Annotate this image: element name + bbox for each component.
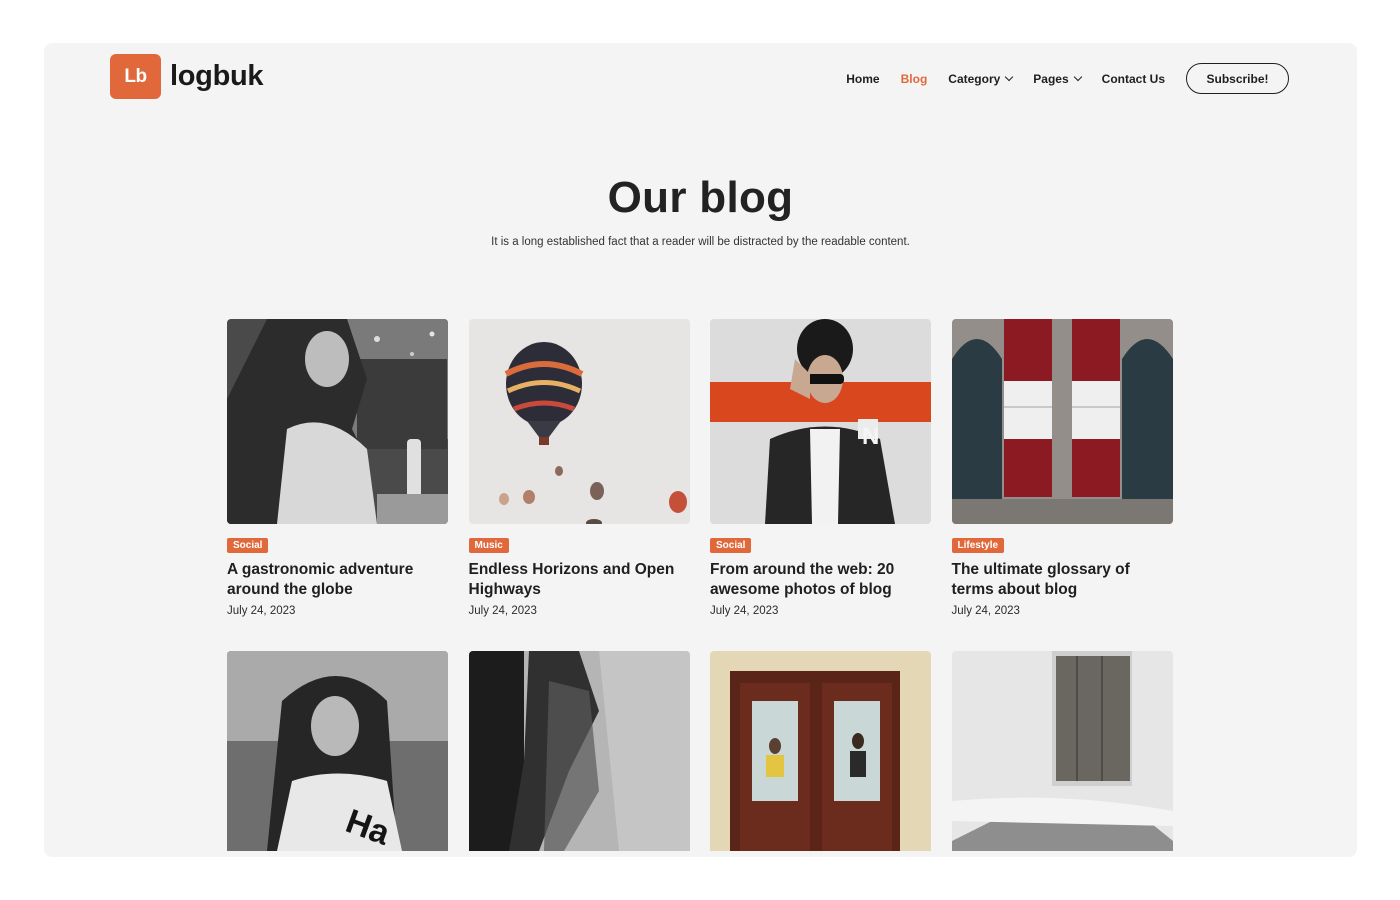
page-frame: Lb logbuk Home Blog Category Pages Conta… (44, 43, 1357, 857)
page-title: Our blog (607, 173, 794, 222)
blog-card (468, 651, 690, 851)
white-wall-door-photo[interactable] (951, 651, 1173, 851)
wooden-doors-couple-photo[interactable] (710, 651, 931, 851)
post-title[interactable]: Endless Horizons and Open Highways (469, 560, 690, 600)
blog-card (951, 651, 1173, 851)
nav-pages-label: Pages (1033, 71, 1069, 86)
post-title[interactable]: From around the web: 20 awesome photos o… (710, 560, 931, 600)
nav-pages[interactable]: Pages (1033, 71, 1082, 86)
nav-home-label: Home (846, 71, 880, 86)
category-tag[interactable]: Social (710, 538, 752, 553)
chevron-down-icon (1073, 72, 1082, 81)
post-title[interactable]: A gastronomic adventure around the globe (227, 560, 448, 600)
svg-text:N: N (862, 423, 879, 450)
blog-card: Ha (227, 651, 448, 851)
nav-home[interactable]: Home (846, 72, 879, 86)
red-shutters-photo[interactable] (951, 319, 1173, 524)
logo-badge: Lb (110, 54, 161, 99)
blog-card: Social A gastronomic adventure around th… (227, 319, 448, 617)
woman-window-photo[interactable] (227, 319, 448, 524)
site-header: Lb logbuk Home Blog Category Pages Conta… (44, 43, 1357, 113)
post-date: July 24, 2023 (951, 605, 1020, 617)
nav-blog[interactable]: Blog (901, 72, 928, 86)
blog-row: Ha (227, 651, 1173, 851)
blog-grid: Social A gastronomic adventure around th… (227, 319, 1173, 851)
logo-text: logbuk (170, 60, 264, 92)
subscribe-button[interactable]: Subscribe! (1186, 63, 1289, 94)
chevron-down-icon (1005, 72, 1014, 81)
nav-category-label: Category (948, 71, 1001, 86)
logo[interactable]: Lb logbuk (110, 54, 264, 99)
page-subtitle: It is a long established fact that a rea… (491, 236, 910, 248)
post-date: July 24, 2023 (710, 605, 779, 617)
post-date: July 24, 2023 (227, 605, 296, 617)
nav-category[interactable]: Category (948, 71, 1014, 86)
blog-card (710, 651, 931, 851)
nav-contact[interactable]: Contact Us (1102, 72, 1165, 86)
category-tag[interactable]: Social (227, 538, 269, 553)
woman-portrait-photo[interactable]: Ha (227, 651, 448, 851)
hot-air-balloons-photo[interactable] (468, 319, 690, 524)
blog-row: Social A gastronomic adventure around th… (227, 319, 1173, 617)
post-title[interactable]: The ultimate glossary of terms about blo… (952, 560, 1173, 600)
blog-card: Music Endless Horizons and Open Highways… (468, 319, 690, 617)
category-tag[interactable]: Lifestyle (951, 538, 1005, 553)
nav-contact-label: Contact Us (1101, 71, 1165, 86)
post-date: July 24, 2023 (468, 605, 537, 617)
category-tag[interactable]: Music (468, 538, 509, 553)
man-varsity-jacket-photo[interactable]: N (710, 319, 931, 524)
motion-blur-person-photo[interactable] (468, 651, 690, 851)
blog-card: N Social From around the web: 20 awesome… (710, 319, 931, 617)
main-nav: Home Blog Category Pages Contact Us Subs… (846, 63, 1289, 94)
blog-card: Lifestyle The ultimate glossary of terms… (951, 319, 1173, 617)
nav-blog-label: Blog (900, 71, 928, 86)
